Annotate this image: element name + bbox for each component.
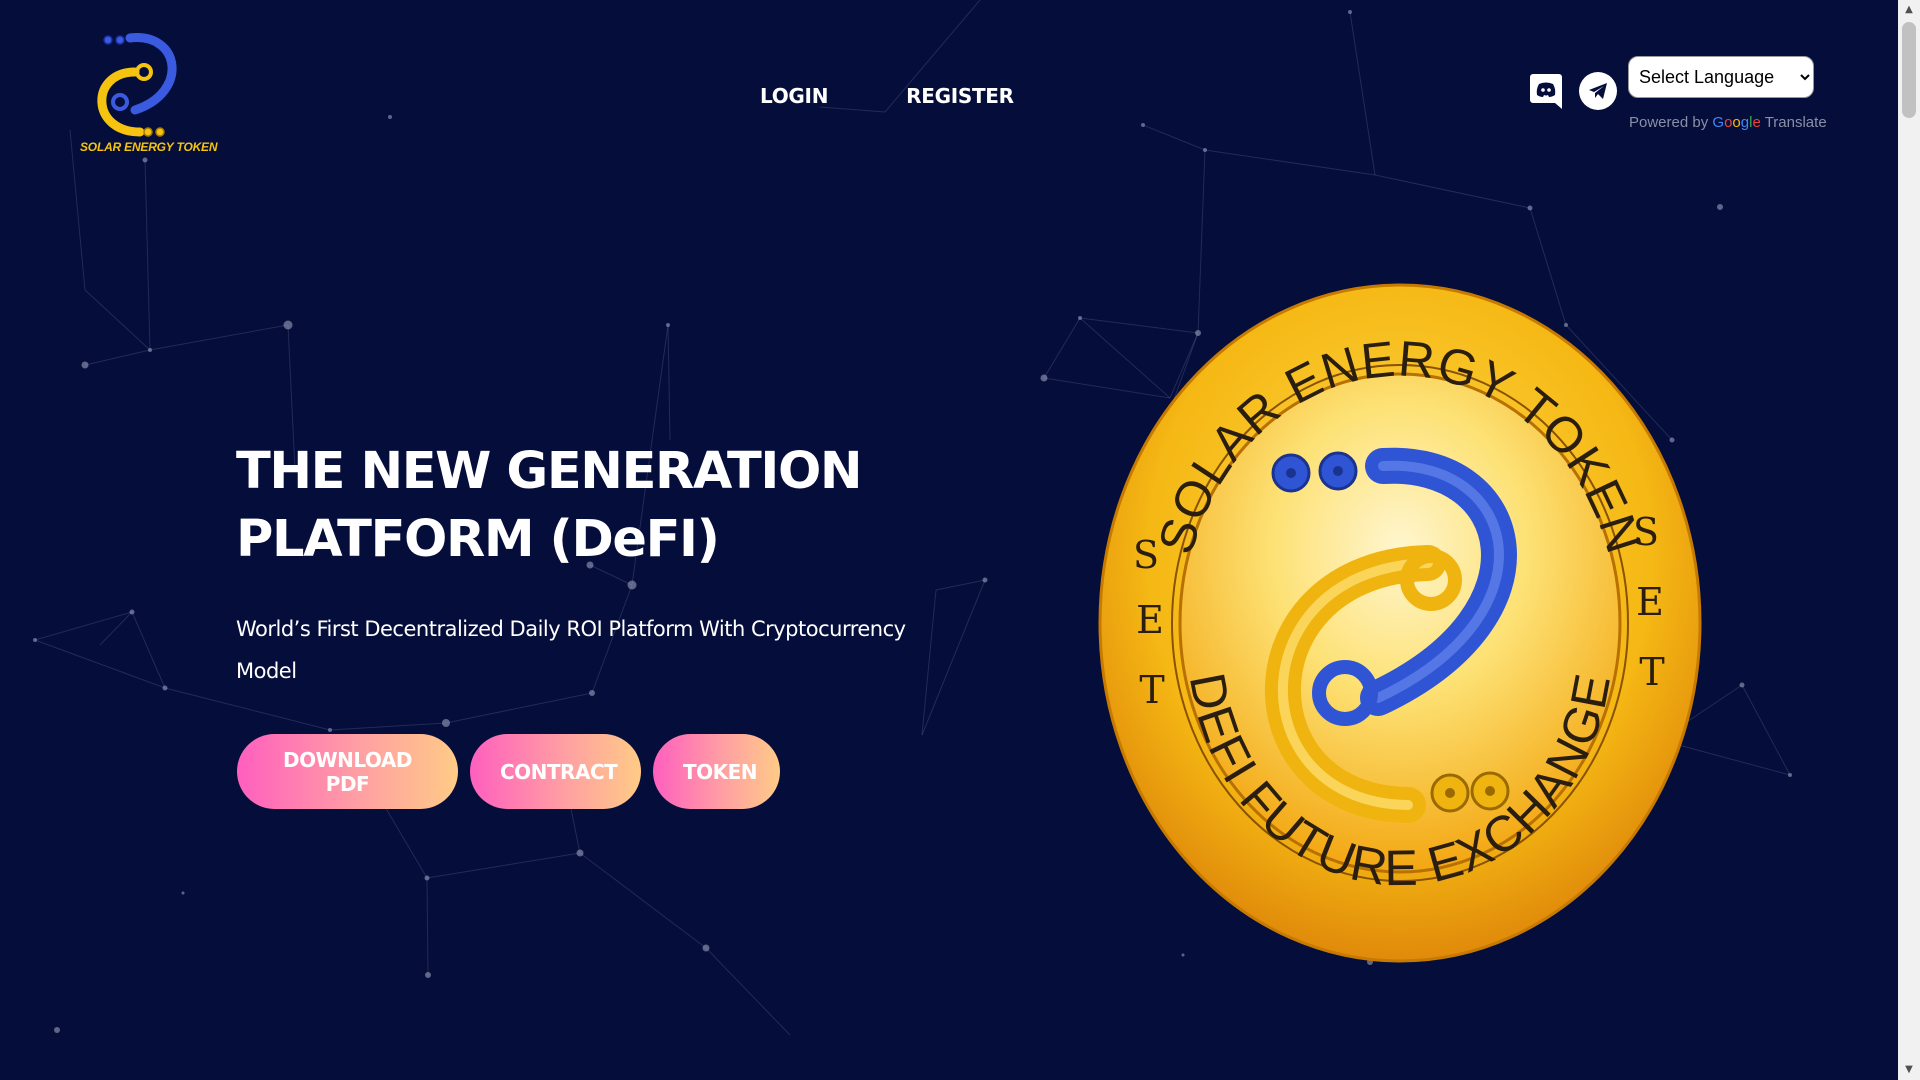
- social-links: [1527, 72, 1617, 110]
- main-nav: LOGIN REGISTER: [760, 84, 1014, 108]
- contract-button[interactable]: CONTRACT: [470, 734, 641, 809]
- scroll-down-arrow-icon[interactable]: ▼: [1898, 1062, 1920, 1078]
- hero-subtitle: World’s First Decentralized Daily ROI Pl…: [236, 617, 906, 683]
- scroll-up-arrow-icon[interactable]: ▲: [1898, 2, 1920, 18]
- login-link[interactable]: LOGIN: [760, 84, 828, 108]
- hero-title: THE NEW GENERATION PLATFORM (DeFI): [236, 438, 936, 574]
- svg-text:E: E: [1136, 598, 1164, 642]
- page-scrollbar[interactable]: ▲ ▼: [1898, 0, 1920, 1080]
- register-link[interactable]: REGISTER: [906, 84, 1014, 108]
- site-logo[interactable]: SOLAR ENERGY TOKEN: [80, 32, 218, 157]
- logo-text: SOLAR ENERGY TOKEN: [80, 140, 218, 154]
- discord-icon: [1530, 74, 1562, 109]
- telegram-icon: [1589, 83, 1607, 99]
- token-button[interactable]: TOKEN: [653, 734, 780, 809]
- discord-button[interactable]: [1527, 72, 1565, 110]
- telegram-button[interactable]: [1579, 72, 1617, 110]
- logo-emblem-icon: [97, 33, 177, 137]
- svg-text:S: S: [1633, 510, 1659, 554]
- svg-text:E: E: [1636, 580, 1664, 624]
- solar-energy-token-coin: SOLAR ENERGY TOKEN DEFI FUTURE EXCHANGE …: [1098, 283, 1702, 963]
- scrollbar-thumb[interactable]: [1902, 22, 1916, 118]
- svg-text:T: T: [1139, 668, 1164, 712]
- svg-text:T: T: [1639, 650, 1664, 694]
- powered-by-label: Powered by: [1629, 114, 1709, 131]
- google-translate-credit: Powered by Google Translate: [1629, 114, 1827, 131]
- hero-title-line-1: THE NEW GENERATION: [236, 442, 863, 501]
- hero-title-line-2: PLATFORM (DeFI): [236, 510, 720, 569]
- language-select[interactable]: Select Language: [1628, 56, 1814, 98]
- svg-text:S: S: [1133, 533, 1159, 577]
- download-pdf-button[interactable]: DOWNLOAD PDF: [237, 734, 458, 809]
- hero-actions: DOWNLOAD PDF CONTRACT TOKEN: [237, 734, 780, 809]
- google-logo[interactable]: Google: [1712, 114, 1760, 131]
- translate-label[interactable]: Translate: [1765, 114, 1827, 131]
